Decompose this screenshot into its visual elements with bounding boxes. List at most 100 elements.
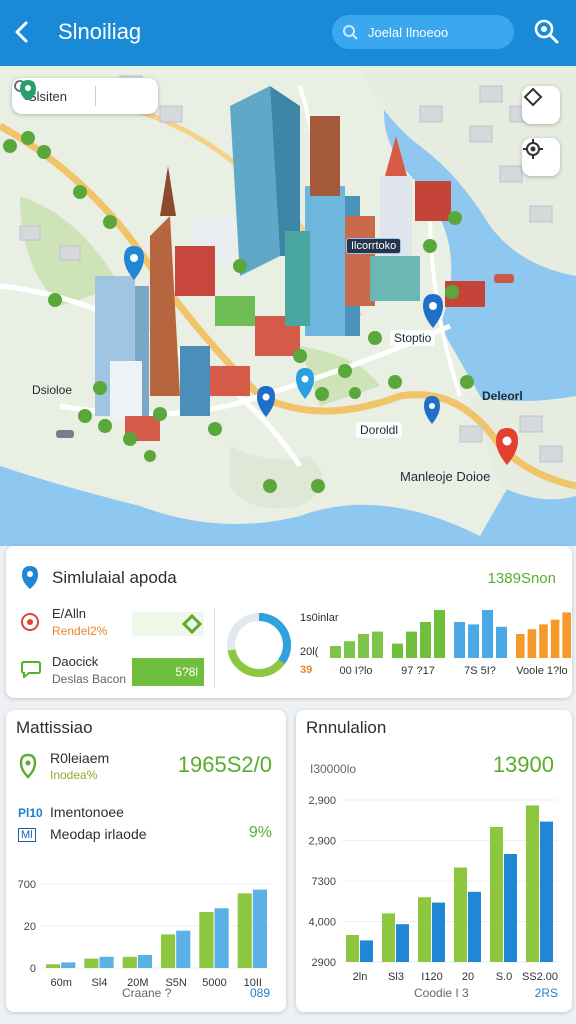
summary-value: 1389Snon (487, 570, 556, 587)
y-tick-label: 2,900 (308, 795, 336, 807)
chart-bar (468, 891, 481, 962)
right-panel-subtitle: I30000lo (310, 762, 357, 776)
mini-bar (454, 622, 465, 658)
chart-bar (454, 867, 467, 962)
chart-bar (161, 934, 176, 968)
mini-bar (330, 646, 341, 658)
row2-bar: 5?8l (132, 658, 204, 686)
x-tick-label: Sl4 (92, 977, 108, 989)
y-tick-label: 2,900 (308, 836, 336, 848)
y-tick-label: 700 (18, 879, 36, 891)
chart-bar (526, 805, 539, 962)
mini-bar (344, 641, 355, 658)
donut-value2: 39 (300, 664, 313, 676)
chart-bar (432, 902, 445, 962)
donut-chart (227, 613, 291, 677)
right-footer-left: Coodie I 3 (414, 986, 469, 1000)
donut-value1: 20l( (300, 646, 319, 658)
x-tick-label: 5000 (202, 977, 226, 989)
mini-bar (406, 631, 417, 658)
chart-bar (46, 964, 61, 968)
chart-bar (540, 821, 553, 962)
search-button[interactable] (530, 16, 562, 48)
item2-label2: Meodap irlaode (50, 826, 147, 842)
mini-bar (527, 629, 537, 658)
x-tick-label: S.0 (496, 971, 513, 983)
chart-bar (396, 924, 409, 962)
mini-chart-tick: 00 I?lo (339, 665, 372, 677)
mini-bar (420, 622, 431, 658)
item2-code: Pl10 (18, 806, 43, 820)
mini-chart-tick: Voole 1?lo (516, 665, 567, 677)
x-tick-label: 2ln (353, 971, 368, 983)
y-tick-label: 4,000 (308, 917, 336, 929)
map-label-building[interactable]: Ilcorrtoko (346, 238, 402, 254)
map-search-box[interactable]: Slsiten (12, 78, 158, 114)
mini-charts-svg: 00 I?lo 97 ?17 7S 5I? Voole 1?lo (330, 610, 571, 677)
summary-title: Simlulaial apoda (52, 568, 177, 587)
chart-bar (490, 827, 503, 962)
y-tick-label: 2900 (312, 957, 336, 969)
divider (214, 608, 215, 688)
left-footer-right[interactable]: 089 (250, 986, 270, 1000)
item2-label: Imentonoee (50, 804, 124, 820)
city-map[interactable]: Slsiten Ilcorrtoko Stoptio Dsioloe Dorol… (0, 66, 576, 546)
summary-card: Simlulaial apoda 1389Snon E/Alln Rendel2… (6, 546, 572, 698)
left-footer-left: Craane ? (122, 986, 172, 1000)
top-app-bar: Slnoiliag Joelal Ilnoeoo (0, 0, 576, 66)
item1-label: R0leiaem (50, 750, 110, 766)
map-label-coast: Dsioloe (32, 383, 73, 397)
x-tick-label: Sl3 (388, 971, 404, 983)
item2-code2: Ml (18, 828, 36, 842)
mini-chart-tick: 97 ?17 (401, 665, 435, 677)
chart-bar (122, 956, 137, 968)
chart-bar (176, 930, 191, 968)
mini-bar (358, 634, 369, 658)
app-title: Slnoiliag (58, 19, 142, 44)
mini-bar (434, 610, 445, 658)
locate-me-button[interactable] (522, 138, 560, 176)
x-tick-label: 60m (50, 977, 71, 989)
item1-value: 1965S2/0 (177, 752, 272, 777)
x-tick-label: 20 (462, 971, 474, 983)
row1-label: E/Alln (52, 606, 86, 621)
chart-bar (99, 956, 114, 968)
layers-button[interactable] (522, 86, 560, 124)
right-panel-value: 13900 (492, 752, 554, 777)
row2-sub: Deslas Bacon (52, 672, 127, 686)
layers-icon (523, 87, 543, 107)
search-icon (534, 19, 559, 44)
target-icon (21, 613, 39, 631)
header-search-field[interactable]: Joelal Ilnoeoo (332, 15, 514, 49)
search-icon (343, 25, 358, 40)
chart-bar (346, 935, 359, 962)
back-button[interactable] (10, 17, 36, 47)
left-bar-chart: 70020060m Sl4 20M S5N 5000 10II (18, 879, 272, 989)
map-label-market: Manleoje Doioe (400, 469, 491, 484)
right-footer-right[interactable]: 2RS (535, 986, 558, 1000)
right-stats-panel: Rnnulalion I30000lo 13900 2,900 2,900 7300… (296, 710, 572, 1012)
row2-label: Daocick (52, 654, 99, 669)
header-search-text: Joelal Ilnoeoo (368, 24, 449, 40)
x-tick-label: SS2.00 (522, 971, 558, 983)
map-label-station[interactable]: Stoptio (390, 330, 436, 346)
map-label-bay[interactable]: Doroldl (356, 422, 403, 438)
y-tick-label: 0 (30, 963, 36, 975)
location-pin-icon (19, 753, 37, 779)
mini-bar (562, 612, 571, 658)
location-pin-icon[interactable] (18, 78, 38, 100)
item1-sub: Inodea% (50, 768, 98, 782)
mini-bar (468, 624, 479, 658)
mini-bar (482, 610, 493, 658)
map-label-east[interactable]: Deleorl (478, 388, 527, 404)
y-tick-label: 7300 (312, 876, 336, 888)
chart-bar (214, 908, 229, 968)
chart-bar (137, 954, 152, 968)
mini-bar (392, 643, 403, 658)
chart-bar (418, 897, 431, 962)
left-stats-panel: Mattissiao R0leiaem Inodea% 1965S2/0 Pl1… (6, 710, 286, 1012)
chart-bar (84, 958, 99, 968)
chart-bar (360, 940, 373, 962)
chart-bar (382, 913, 395, 962)
chart-bar (504, 854, 517, 962)
